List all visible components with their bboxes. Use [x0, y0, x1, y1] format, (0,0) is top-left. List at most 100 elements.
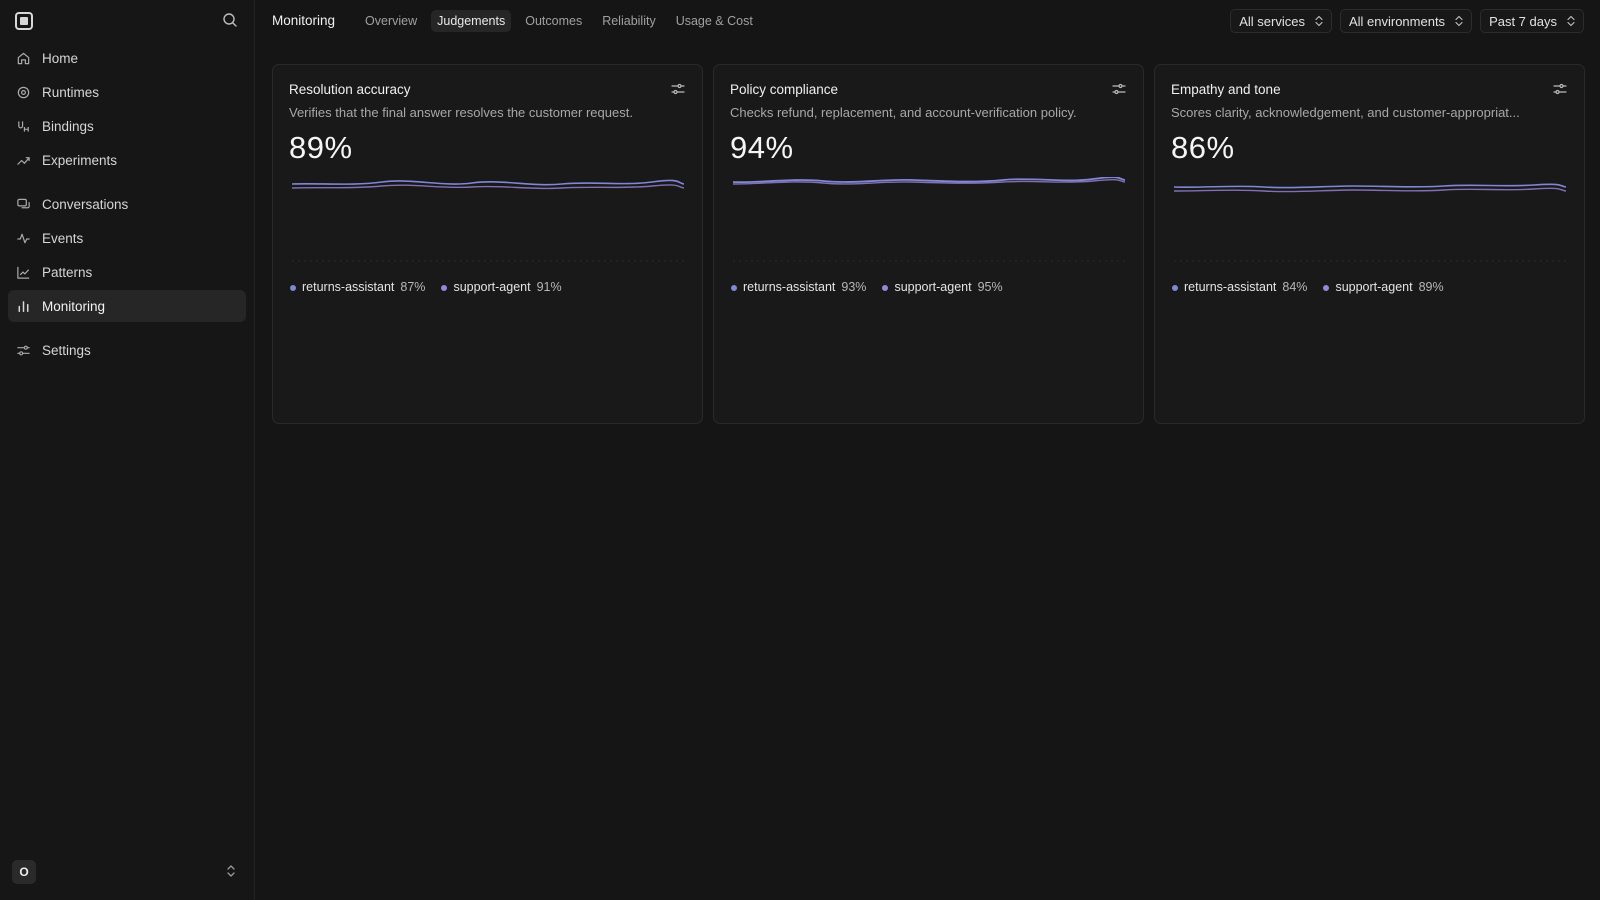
trend-sparkline: [1174, 183, 1566, 262]
time-range-select[interactable]: Past 7 days: [1480, 9, 1584, 33]
sliders-icon[interactable]: [671, 82, 685, 96]
trend-sparkline: [292, 179, 684, 262]
tab-outcomes[interactable]: Outcomes: [519, 10, 588, 32]
tab-reliability[interactable]: Reliability: [596, 10, 662, 32]
chart-legend: returns-assistant 93% support-agent 95%: [731, 280, 1003, 294]
legend-item: returns-assistant 87%: [290, 280, 425, 294]
legend-series-value: 89%: [1418, 280, 1444, 294]
sidebar-item-label: Settings: [42, 342, 91, 358]
sidebar-item-label: Bindings: [42, 118, 94, 134]
card-title: Policy compliance: [730, 82, 839, 97]
legend-item: support-agent 89%: [1323, 280, 1444, 294]
chevron-updown-icon: [1567, 15, 1575, 27]
card-score: 94%: [730, 130, 794, 165]
legend-series-name: support-agent: [894, 280, 972, 294]
sidebar-item-conversations[interactable]: Conversations: [8, 188, 246, 220]
card-description: Checks refund, replacement, and account-…: [730, 105, 1077, 120]
search-icon[interactable]: [222, 12, 240, 30]
sidebar-item-label: Monitoring: [42, 298, 106, 314]
chevron-updown-icon: [1315, 15, 1323, 27]
legend-series-value: 93%: [841, 280, 867, 294]
legend-item: support-agent 91%: [441, 280, 562, 294]
legend-dot: [290, 285, 296, 291]
chart-legend: returns-assistant 87% support-agent 91%: [290, 280, 562, 294]
legend-series-value: 95%: [977, 280, 1003, 294]
legend-dot: [731, 285, 737, 291]
settings-icon: [16, 343, 31, 358]
workspace-avatar[interactable]: O: [12, 860, 36, 884]
sidebar: Home Runtimes Bindings Experiments Conve…: [0, 0, 255, 900]
chart-legend: returns-assistant 84% support-agent 89%: [1172, 280, 1444, 294]
select-label: All services: [1239, 13, 1305, 29]
card-score: 86%: [1171, 130, 1235, 165]
services-select[interactable]: All services: [1230, 9, 1332, 33]
chevron-updown-icon: [1455, 15, 1463, 27]
judgement-card-empathy-tone: Empathy and tone Scores clarity, acknowl…: [1154, 64, 1585, 424]
events-icon: [16, 231, 31, 246]
sidebar-item-patterns[interactable]: Patterns: [8, 256, 246, 288]
sidebar-item-settings[interactable]: Settings: [8, 334, 246, 366]
judgement-cards: Resolution accuracy Verifies that the fi…: [272, 64, 1585, 424]
main-content: Monitoring Overview Judgements Outcomes …: [255, 0, 1600, 900]
sidebar-header: [0, 0, 254, 42]
legend-item: returns-assistant 93%: [731, 280, 866, 294]
sidebar-item-monitoring[interactable]: Monitoring: [8, 290, 246, 322]
sidebar-item-label: Patterns: [42, 264, 93, 280]
sliders-icon[interactable]: [1112, 82, 1126, 96]
sidebar-item-label: Events: [42, 230, 84, 246]
card-description: Scores clarity, acknowledgement, and cus…: [1171, 105, 1520, 120]
environments-select[interactable]: All environments: [1339, 9, 1473, 33]
patterns-icon: [16, 265, 31, 280]
legend-series-name: support-agent: [1335, 280, 1413, 294]
runtime-icon: [16, 85, 31, 100]
chevron-updown-icon[interactable]: [226, 864, 238, 880]
conversations-icon: [16, 197, 31, 212]
legend-series-name: returns-assistant: [1184, 280, 1277, 294]
sidebar-item-label: Runtimes: [42, 84, 100, 100]
nav-divider: [8, 178, 246, 188]
trend-sparkline: [733, 177, 1125, 262]
sidebar-item-label: Experiments: [42, 152, 118, 168]
sidebar-item-home[interactable]: Home: [8, 42, 246, 74]
legend-dot: [441, 285, 448, 291]
top-bar: Monitoring Overview Judgements Outcomes …: [255, 0, 1600, 41]
sidebar-item-label: Conversations: [42, 196, 129, 212]
sidebar-item-experiments[interactable]: Experiments: [8, 144, 246, 176]
sidebar-item-events[interactable]: Events: [8, 222, 246, 254]
bindings-icon: [16, 119, 31, 134]
monitoring-icon: [16, 299, 31, 314]
sidebar-item-label: Home: [42, 50, 79, 66]
legend-series-value: 91%: [536, 280, 562, 294]
card-description: Verifies that the final answer resolves …: [289, 105, 633, 120]
legend-series-value: 84%: [1282, 280, 1308, 294]
select-label: Past 7 days: [1489, 13, 1557, 29]
sidebar-item-runtimes[interactable]: Runtimes: [8, 76, 246, 108]
sliders-icon[interactable]: [1553, 82, 1567, 96]
select-label: All environments: [1348, 13, 1446, 29]
card-title: Resolution accuracy: [289, 82, 411, 97]
legend-series-name: returns-assistant: [743, 280, 836, 294]
legend-dot: [882, 285, 889, 291]
home-icon: [16, 51, 31, 66]
logo-icon[interactable]: [15, 12, 33, 30]
tab-usage-cost[interactable]: Usage & Cost: [670, 10, 759, 32]
sidebar-nav: Home Runtimes Bindings Experiments Conve…: [0, 42, 254, 366]
judgement-card-policy-compliance: Policy compliance Checks refund, replace…: [713, 64, 1144, 424]
legend-series-value: 87%: [400, 280, 426, 294]
legend-item: returns-assistant 84%: [1172, 280, 1307, 294]
legend-series-name: support-agent: [453, 280, 531, 294]
legend-item: support-agent 95%: [882, 280, 1003, 294]
page-title: Monitoring: [272, 13, 336, 28]
tab-overview[interactable]: Overview: [359, 10, 423, 32]
nav-divider: [8, 324, 246, 334]
sidebar-item-bindings[interactable]: Bindings: [8, 110, 246, 142]
judgement-card-resolution-accuracy: Resolution accuracy Verifies that the fi…: [272, 64, 703, 424]
card-title: Empathy and tone: [1171, 82, 1281, 97]
filter-bar: All services All environments Past 7 day…: [1230, 9, 1584, 33]
legend-dot: [1172, 285, 1178, 291]
card-score: 89%: [289, 130, 353, 165]
legend-series-name: returns-assistant: [302, 280, 395, 294]
tab-judgements[interactable]: Judgements: [431, 9, 512, 32]
experiments-icon: [16, 153, 31, 168]
legend-dot: [1323, 285, 1330, 291]
